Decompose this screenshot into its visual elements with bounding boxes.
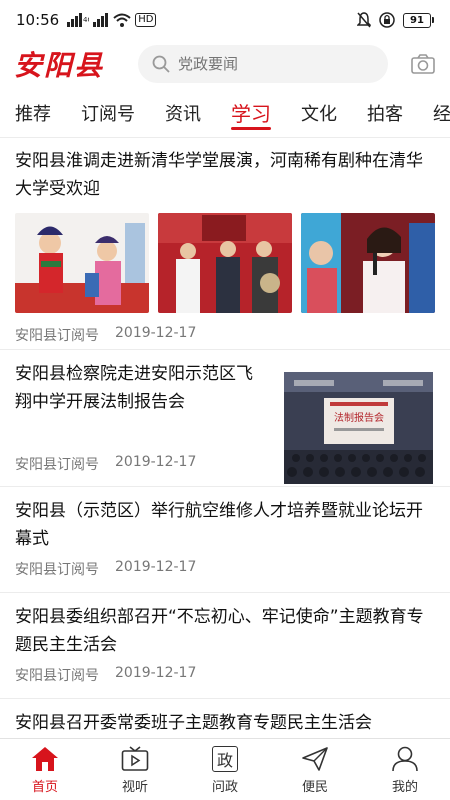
news-source: 安阳县订阅号 <box>15 668 99 684</box>
news-card[interactable]: 安阳县委组织部召开“不忘初心、牢记使命”主题教育专题民主生活会 安阳县订阅号 2… <box>0 593 450 699</box>
nav-inquiry[interactable]: 政 问政 <box>180 739 270 800</box>
home-icon <box>30 744 60 774</box>
nav-profile-label: 我的 <box>391 780 418 795</box>
app-header: 安阳县 <box>0 40 450 88</box>
news-title: 安阳县委组织部召开“不忘初心、牢记使命”主题教育专题民主生活会 <box>15 607 424 655</box>
camera-icon <box>411 54 435 74</box>
category-tabs: 推荐 订阅号 资讯 学习 文化 拍客 经济 <box>0 88 450 138</box>
news-text-block: 安阳县检察院走进安阳示范区飞翔中学开展法制报告会 安阳县订阅号 2019-12-… <box>15 360 265 486</box>
news-card[interactable]: 安阳县召开委常委班子主题教育专题民主生活会 <box>0 699 450 739</box>
news-title: 安阳县（示范区）举行航空维修人才培养暨就业论坛开幕式 <box>15 501 423 549</box>
news-source: 安阳县订阅号 <box>15 328 99 344</box>
news-meta: 安阳县订阅号 2019-12-17 <box>15 665 435 685</box>
nav-video[interactable]: 视听 <box>90 739 180 800</box>
nav-inquiry-label: 问政 <box>211 780 238 795</box>
news-card[interactable]: 安阳县（示范区）举行航空维修人才培养暨就业论坛开幕式 安阳县订阅号 2019-1… <box>0 487 450 593</box>
tab-economy[interactable]: 经济 <box>418 88 450 137</box>
tv-icon <box>120 744 150 774</box>
tab-culture[interactable]: 文化 <box>286 88 352 137</box>
battery-icon: 91 <box>403 12 434 28</box>
news-source: 安阳县订阅号 <box>15 562 99 578</box>
news-date: 2019-12-17 <box>115 665 197 681</box>
lecture-screen-text: 法制报告会 <box>334 411 384 424</box>
news-meta: 安阳县订阅号 2019-12-17 <box>15 325 435 345</box>
news-image-opera <box>15 213 149 313</box>
tab-photographer[interactable]: 拍客 <box>352 88 418 137</box>
news-card[interactable]: 安阳县淮调走进新清华学堂展演，河南稀有剧种在清华大学受欢迎 安阳县订阅号 201… <box>0 139 450 350</box>
tab-news[interactable]: 资讯 <box>150 88 216 137</box>
status-right: 91 <box>357 12 434 28</box>
news-image-lecture: 法制报告会 <box>284 372 433 484</box>
news-image-ceremony <box>158 213 292 313</box>
zheng-icon: 政 <box>210 744 240 774</box>
zheng-glyph: 政 <box>212 746 238 772</box>
hd-icon: HD <box>135 13 157 27</box>
news-card[interactable]: 安阳县检察院走进安阳示范区飞翔中学开展法制报告会 安阳县订阅号 2019-12-… <box>0 350 450 487</box>
news-image-row <box>15 213 435 313</box>
news-title: 安阳县检察院走进安阳示范区飞翔中学开展法制报告会 <box>15 364 253 412</box>
vpn-icon <box>379 12 395 28</box>
nav-services[interactable]: 便民 <box>270 739 360 800</box>
status-left: 10:56 4G HD <box>16 11 157 29</box>
nav-home-label: 首页 <box>31 780 58 795</box>
status-bar: 10:56 4G HD <box>0 0 450 40</box>
nav-home[interactable]: 首页 <box>0 739 90 800</box>
nav-profile[interactable]: 我的 <box>360 739 450 800</box>
nav-services-label: 便民 <box>301 780 328 795</box>
signal-icon-2 <box>93 13 109 27</box>
news-date: 2019-12-17 <box>115 325 197 341</box>
wifi-icon <box>113 13 131 27</box>
mute-icon <box>357 12 371 28</box>
news-title: 安阳县召开委常委班子主题教育专题民主生活会 <box>15 713 372 733</box>
search-icon <box>152 55 170 73</box>
app-logo: 安阳县 <box>14 49 105 82</box>
status-icons: 4G HD <box>67 13 157 27</box>
news-date: 2019-12-17 <box>115 559 197 575</box>
news-title: 安阳县淮调走进新清华学堂展演，河南稀有剧种在清华大学受欢迎 <box>15 151 423 199</box>
news-meta: 安阳县订阅号 2019-12-17 <box>15 559 435 579</box>
search-bar[interactable] <box>138 45 388 83</box>
tab-recommend[interactable]: 推荐 <box>0 88 66 137</box>
news-image-singer <box>301 213 435 313</box>
news-feed: 安阳县淮调走进新清华学堂展演，河南稀有剧种在清华大学受欢迎 安阳县订阅号 201… <box>0 139 450 739</box>
signal-icon: 4G <box>67 13 89 27</box>
bottom-nav: 首页 视听 政 问政 便民 我的 <box>0 738 450 800</box>
tab-study[interactable]: 学习 <box>216 88 286 137</box>
status-time: 10:56 <box>16 11 60 29</box>
news-date: 2019-12-17 <box>115 454 197 470</box>
tab-subscriptions[interactable]: 订阅号 <box>66 88 150 137</box>
svg-text:4G: 4G <box>83 16 89 24</box>
news-meta: 安阳县订阅号 2019-12-17 <box>15 454 265 474</box>
camera-button[interactable] <box>410 51 436 77</box>
nav-video-label: 视听 <box>121 780 148 795</box>
profile-icon <box>390 744 420 774</box>
send-icon <box>300 744 330 774</box>
search-input[interactable] <box>178 55 348 73</box>
news-source: 安阳县订阅号 <box>15 457 99 473</box>
battery-level: 91 <box>403 12 431 28</box>
